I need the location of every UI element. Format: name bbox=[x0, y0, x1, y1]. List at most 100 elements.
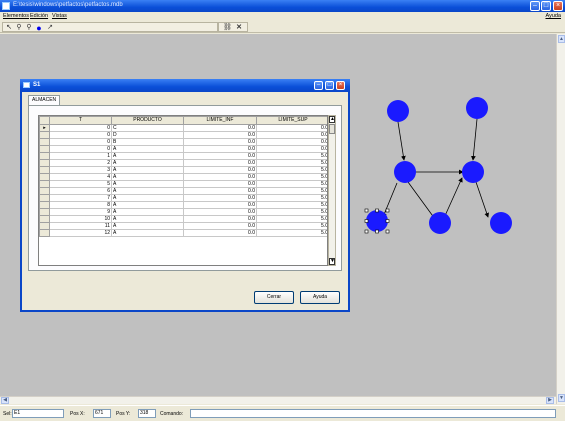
cell-limite-inf[interactable]: 0.0 bbox=[183, 124, 257, 132]
column-header-producto[interactable]: PRODUCTO bbox=[111, 116, 184, 125]
row-selector[interactable] bbox=[39, 138, 50, 146]
cell-limite-sup[interactable]: 5.0 bbox=[256, 201, 327, 209]
place-node[interactable] bbox=[387, 100, 409, 122]
cell-producto[interactable]: A bbox=[111, 229, 184, 237]
table-row[interactable]: 4 A 0.0 5.0 bbox=[39, 173, 327, 181]
dialog-close-button[interactable]: × bbox=[336, 81, 345, 90]
dialog-minimize-button[interactable]: – bbox=[314, 81, 323, 90]
place-node-selected[interactable] bbox=[366, 210, 388, 232]
menu-ayuda[interactable]: Ayuda bbox=[546, 13, 562, 19]
cell-t[interactable]: 7 bbox=[49, 194, 112, 202]
cell-limite-inf[interactable]: 0.0 bbox=[183, 222, 257, 230]
grid-scroll-up-icon[interactable]: ▲ bbox=[329, 116, 335, 123]
table-row[interactable]: 7 A 0.0 5.0 bbox=[39, 194, 327, 202]
arc-n1-n3[interactable] bbox=[397, 121, 406, 161]
cell-limite-inf[interactable]: 0.0 bbox=[183, 215, 257, 223]
cell-limite-inf[interactable]: 0.0 bbox=[183, 173, 257, 181]
cell-producto[interactable]: D bbox=[111, 131, 184, 139]
command-field[interactable] bbox=[190, 409, 556, 418]
cell-t[interactable]: 0 bbox=[49, 124, 112, 132]
zoom-in-icon[interactable]: ⚲ bbox=[15, 24, 23, 32]
table-row[interactable]: 8 A 0.0 5.0 bbox=[39, 201, 327, 209]
cell-limite-sup[interactable]: 0.0 bbox=[256, 145, 327, 153]
menu-vistas[interactable]: Vistas bbox=[52, 13, 67, 19]
table-row[interactable]: 0 A 0.0 0.0 bbox=[39, 145, 327, 153]
place-node[interactable] bbox=[462, 161, 484, 183]
cell-limite-sup[interactable]: 5.0 bbox=[256, 194, 327, 202]
data-grid[interactable]: T PRODUCTO LIMITE_INF LIMITE_SUP ▸ 0 C 0.0 0… bbox=[38, 115, 328, 266]
row-selector[interactable] bbox=[39, 229, 50, 237]
cell-producto[interactable]: A bbox=[111, 152, 184, 160]
sel-field[interactable]: E1 bbox=[12, 409, 64, 418]
row-selector[interactable] bbox=[39, 222, 50, 230]
place-node[interactable] bbox=[394, 161, 416, 183]
cell-limite-sup[interactable]: 5.0 bbox=[256, 166, 327, 174]
scroll-right-icon[interactable]: ▶ bbox=[546, 397, 554, 404]
cell-limite-sup[interactable]: 5.0 bbox=[256, 229, 327, 237]
row-selector[interactable] bbox=[39, 166, 50, 174]
column-header-limite-sup[interactable]: LIMITE_SUP bbox=[256, 116, 327, 125]
cell-t[interactable]: 6 bbox=[49, 187, 112, 195]
zoom-out-icon[interactable]: ⚲ bbox=[25, 24, 33, 32]
posx-field[interactable]: 671 bbox=[93, 409, 111, 418]
cell-producto[interactable]: A bbox=[111, 166, 184, 174]
cell-t[interactable]: 12 bbox=[49, 229, 112, 237]
cell-producto[interactable]: A bbox=[111, 159, 184, 167]
table-row[interactable]: 0 B 0.0 0.0 bbox=[39, 138, 327, 146]
cell-limite-inf[interactable]: 0.0 bbox=[183, 152, 257, 160]
close-button[interactable]: × bbox=[553, 1, 563, 11]
cell-limite-inf[interactable]: 0.0 bbox=[183, 131, 257, 139]
grid-scroll-thumb[interactable] bbox=[329, 124, 335, 134]
cell-producto[interactable]: A bbox=[111, 222, 184, 230]
cell-limite-inf[interactable]: 0.0 bbox=[183, 138, 257, 146]
menu-elementos[interactable]: Elementos bbox=[3, 13, 29, 19]
row-selector[interactable] bbox=[39, 194, 50, 202]
row-selector[interactable] bbox=[39, 145, 50, 153]
maximize-button[interactable]: □ bbox=[541, 1, 551, 11]
tab-almacen[interactable]: ALMACEN bbox=[28, 95, 61, 105]
column-header-limite-inf[interactable]: LIMITE_INF bbox=[183, 116, 257, 125]
close-dialog-button[interactable]: Cerrar bbox=[254, 291, 294, 304]
grid-scrollbar[interactable]: ▲ ▼ bbox=[328, 115, 336, 266]
cell-limite-inf[interactable]: 0.0 bbox=[183, 229, 257, 237]
cell-t[interactable]: 3 bbox=[49, 166, 112, 174]
cell-limite-sup[interactable]: 5.0 bbox=[256, 180, 327, 188]
cell-limite-inf[interactable]: 0.0 bbox=[183, 159, 257, 167]
cell-t[interactable]: 2 bbox=[49, 159, 112, 167]
posy-field[interactable]: 318 bbox=[138, 409, 156, 418]
table-row[interactable]: 11 A 0.0 5.0 bbox=[39, 222, 327, 230]
cell-t[interactable]: 0 bbox=[49, 138, 112, 146]
cell-t[interactable]: 9 bbox=[49, 208, 112, 216]
app-titlebar[interactable]: E:\tesis\windows\petfactos\petfactos.mdb… bbox=[0, 0, 565, 12]
cell-producto[interactable]: A bbox=[111, 187, 184, 195]
table-row[interactable]: 5 A 0.0 5.0 bbox=[39, 180, 327, 188]
petri-net-diagram[interactable] bbox=[360, 90, 520, 250]
arrow-place-icon[interactable]: ↗ bbox=[46, 24, 54, 32]
cell-producto[interactable]: A bbox=[111, 145, 184, 153]
cell-t[interactable]: 1 bbox=[49, 152, 112, 160]
cell-producto[interactable]: A bbox=[111, 194, 184, 202]
horizontal-scrollbar[interactable]: ◀ ▶ bbox=[0, 396, 556, 404]
table-row[interactable]: 2 A 0.0 5.0 bbox=[39, 159, 327, 167]
row-selector[interactable] bbox=[39, 201, 50, 209]
close-icon[interactable]: ✕ bbox=[235, 24, 243, 32]
cell-limite-sup[interactable]: 5.0 bbox=[256, 215, 327, 223]
table-row[interactable]: 10 A 0.0 5.0 bbox=[39, 215, 327, 223]
arc-n3-n5[interactable] bbox=[382, 182, 398, 218]
row-selector[interactable] bbox=[39, 159, 50, 167]
table-row[interactable]: 9 A 0.0 5.0 bbox=[39, 208, 327, 216]
arc-n4-n7[interactable] bbox=[475, 181, 489, 218]
cell-t[interactable]: 0 bbox=[49, 131, 112, 139]
cell-limite-inf[interactable]: 0.0 bbox=[183, 145, 257, 153]
cell-t[interactable]: 4 bbox=[49, 173, 112, 181]
cell-producto[interactable]: A bbox=[111, 201, 184, 209]
scroll-down-icon[interactable]: ▼ bbox=[558, 394, 565, 402]
cell-producto[interactable]: C bbox=[111, 124, 184, 132]
cell-t[interactable]: 0 bbox=[49, 145, 112, 153]
cell-limite-sup[interactable]: 0.0 bbox=[256, 124, 327, 132]
cell-producto[interactable]: A bbox=[111, 173, 184, 181]
cell-limite-inf[interactable]: 0.0 bbox=[183, 180, 257, 188]
scroll-up-icon[interactable]: ▲ bbox=[558, 35, 565, 43]
row-selector[interactable] bbox=[39, 215, 50, 223]
table-row[interactable]: ▸ 0 C 0.0 0.0 bbox=[39, 124, 327, 132]
